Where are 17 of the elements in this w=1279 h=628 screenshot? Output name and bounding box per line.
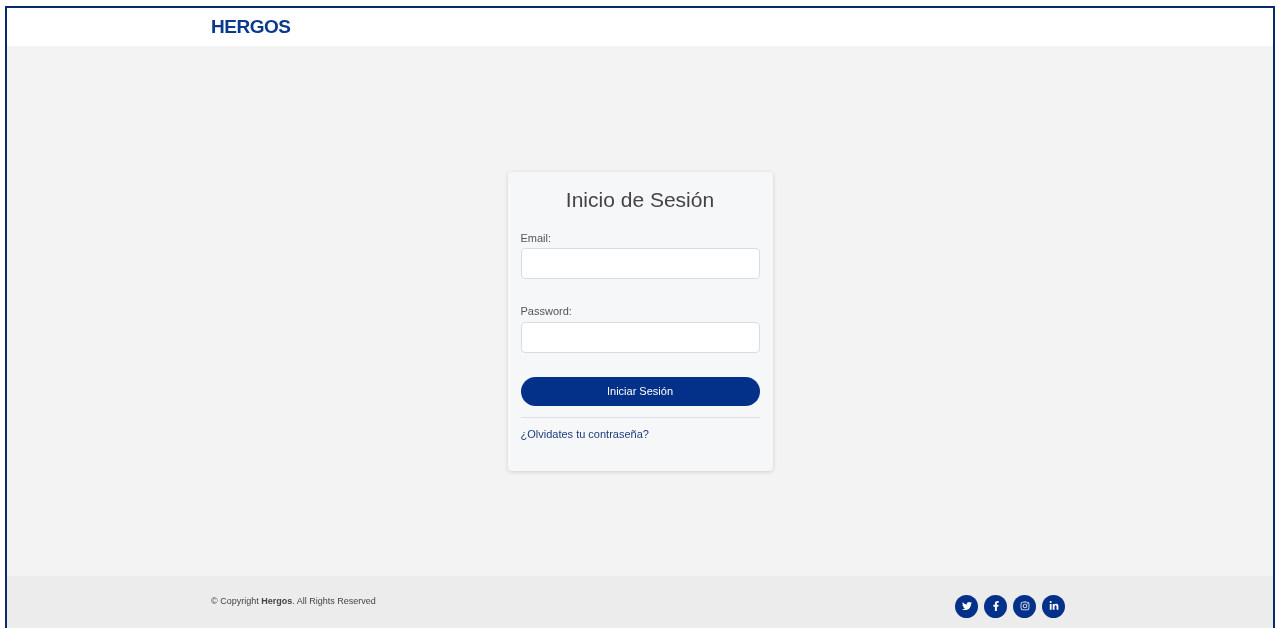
social-link[interactable] [1013, 594, 1036, 618]
input-field[interactable] [520, 248, 760, 279]
social-link[interactable] [955, 594, 978, 618]
logo[interactable]: HERGOS [211, 12, 291, 42]
camera-icon [1019, 601, 1030, 611]
in-letter-icon [1048, 601, 1059, 611]
field-label: Email: [520, 230, 553, 246]
bird-icon [961, 601, 972, 611]
input-field[interactable] [520, 321, 760, 353]
social-link[interactable] [1042, 594, 1065, 618]
social-link[interactable] [984, 594, 1007, 618]
login-button[interactable]: Iniciar Sesión [520, 376, 760, 406]
f-letter-icon [990, 601, 1001, 611]
field-label: Password: [520, 304, 573, 319]
forgot-password-link[interactable]: ¿Olvidates tu contraseña? [520, 427, 649, 440]
login-title: Inicio de Sesión [564, 187, 716, 213]
copyright-text: © Copyright Hergos. All Rights Reserved [211, 595, 376, 609]
